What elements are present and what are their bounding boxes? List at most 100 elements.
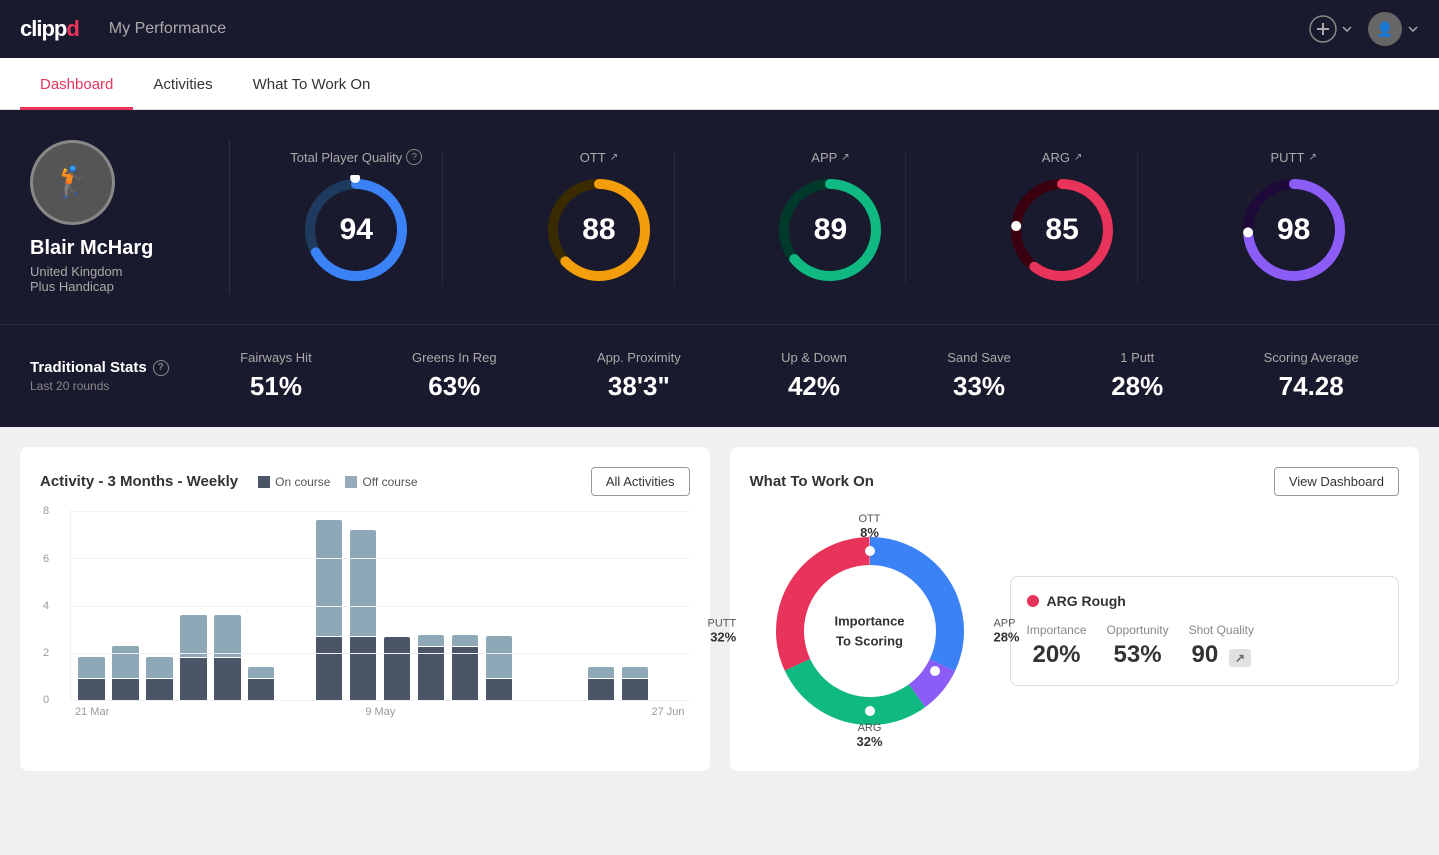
- score-putt: PUTT ↗ 98: [1219, 150, 1369, 285]
- header: clippd My Performance 👤: [0, 0, 1439, 58]
- app-arrow-icon: ↗: [841, 152, 849, 163]
- view-dashboard-button[interactable]: View Dashboard: [1274, 467, 1399, 496]
- score-app-label: APP ↗: [811, 150, 849, 165]
- tab-dashboard[interactable]: Dashboard: [20, 58, 133, 110]
- on-course-bar: [452, 647, 478, 700]
- total-ring: 94: [301, 175, 411, 285]
- stat-oneputt: 1 Putt 28%: [1111, 350, 1163, 402]
- legend-on-course: On course: [258, 475, 330, 489]
- bar-chart: 8 6 4 2 0 21 Mar 9 May 27 Jun: [40, 511, 690, 731]
- off-course-bar: [214, 615, 240, 657]
- add-button[interactable]: [1309, 15, 1353, 43]
- workon-detail: ARG Rough Importance 20% Opportunity 53%…: [1010, 576, 1400, 686]
- off-course-bar: [452, 635, 478, 646]
- ott-ring: 88: [544, 175, 654, 285]
- workon-title: What To Work On: [750, 473, 874, 490]
- on-course-bar: [418, 647, 444, 700]
- detail-metrics: Importance 20% Opportunity 53% Shot Qual…: [1027, 623, 1383, 669]
- player-country: United Kingdom: [30, 264, 123, 279]
- player-handicap: Plus Handicap: [30, 279, 114, 294]
- on-course-bar: [622, 679, 648, 700]
- putt-value: 98: [1277, 213, 1310, 247]
- score-ott-label: OTT ↗: [580, 150, 618, 165]
- stat-fairways: Fairways Hit 51%: [240, 350, 312, 402]
- stats-title: Traditional Stats ?: [30, 359, 190, 376]
- off-course-bar: [248, 667, 274, 678]
- putt-ring: 98: [1239, 175, 1349, 285]
- x-label-jun: 27 Jun: [651, 706, 684, 718]
- stat-gir: Greens In Reg 63%: [412, 350, 497, 402]
- score-arg-label: ARG ↗: [1042, 150, 1083, 165]
- putt-label: PUTT 32%: [708, 618, 737, 645]
- user-avatar-button[interactable]: 👤: [1368, 12, 1419, 46]
- on-course-bar: [350, 637, 376, 700]
- stats-items: Fairways Hit 51% Greens In Reg 63% App. …: [190, 350, 1409, 402]
- activity-chart-card: Activity - 3 Months - Weekly On course O…: [20, 447, 710, 771]
- off-course-bar: [112, 646, 138, 678]
- ott-arrow-icon: ↗: [610, 152, 618, 163]
- chart-title: Activity - 3 Months - Weekly: [40, 473, 238, 490]
- logo: clippd: [20, 16, 79, 42]
- tab-what-to-work-on[interactable]: What To Work On: [233, 58, 391, 110]
- off-course-bar: [350, 530, 376, 636]
- chevron-down-icon: [1341, 23, 1353, 35]
- total-value: 94: [340, 213, 373, 247]
- metric-opportunity: Opportunity 53%: [1107, 623, 1169, 669]
- all-activities-button[interactable]: All Activities: [591, 467, 690, 496]
- off-course-bar: [486, 636, 512, 678]
- on-course-dot: [258, 476, 270, 488]
- score-total: Total Player Quality ? 94: [270, 149, 443, 285]
- score-ott: OTT ↗ 88: [524, 150, 675, 285]
- arg-arrow-icon: ↗: [1074, 152, 1082, 163]
- on-course-bar: [486, 679, 512, 700]
- app-value: 89: [814, 213, 847, 247]
- workon-body: ImportanceTo Scoring OTT 8% APP 28% ARG …: [750, 511, 1400, 751]
- total-info-icon[interactable]: ?: [406, 149, 422, 165]
- off-course-bar: [78, 657, 104, 678]
- detail-card-title: ARG Rough: [1027, 593, 1383, 609]
- on-course-bar: [248, 679, 274, 700]
- what-to-work-on-card: What To Work On View Dashboard: [730, 447, 1420, 771]
- donut-center-text: ImportanceTo Scoring: [834, 612, 904, 651]
- stats-info-icon[interactable]: ?: [153, 360, 169, 376]
- nav-tabs: Dashboard Activities What To Work On: [0, 58, 1439, 110]
- detail-card: ARG Rough Importance 20% Opportunity 53%…: [1010, 576, 1400, 686]
- on-course-bar: [316, 637, 342, 700]
- putt-arrow-icon: ↗: [1308, 152, 1316, 163]
- metric-importance: Importance 20%: [1027, 623, 1087, 669]
- avatar-chevron-icon: [1407, 23, 1419, 35]
- stats-label: Traditional Stats ? Last 20 rounds: [30, 359, 190, 393]
- on-course-bar: [384, 637, 410, 700]
- off-course-dot: [345, 476, 357, 488]
- metric-shot-quality: Shot Quality 90 ↗: [1189, 623, 1254, 669]
- off-course-bar: [146, 657, 172, 678]
- on-course-bar: [78, 679, 104, 700]
- on-course-bar: [146, 679, 172, 700]
- main-content: Activity - 3 Months - Weekly On course O…: [0, 427, 1439, 791]
- off-course-bar: [180, 615, 206, 657]
- x-label-may: 9 May: [365, 706, 395, 718]
- on-course-bar: [180, 658, 206, 700]
- arg-ring: 85: [1007, 175, 1117, 285]
- off-course-bar: [418, 635, 444, 646]
- donut-chart-wrap: ImportanceTo Scoring OTT 8% APP 28% ARG …: [750, 511, 990, 751]
- workon-header: What To Work On View Dashboard: [750, 467, 1400, 496]
- app-label: APP 28%: [993, 618, 1019, 645]
- player-avatar: 🏌️: [30, 140, 115, 225]
- ott-value: 88: [582, 213, 615, 247]
- on-course-bar: [112, 679, 138, 700]
- scores-row: Total Player Quality ? 94 OTT ↗: [230, 140, 1409, 294]
- tab-activities[interactable]: Activities: [133, 58, 232, 110]
- stats-subtitle: Last 20 rounds: [30, 379, 190, 393]
- off-course-bar: [622, 667, 648, 678]
- score-total-label: Total Player Quality ?: [290, 149, 422, 165]
- chart-header: Activity - 3 Months - Weekly On course O…: [40, 467, 690, 496]
- chart-title-group: Activity - 3 Months - Weekly On course O…: [40, 473, 418, 490]
- ott-label: OTT 8%: [859, 513, 881, 540]
- chart-legend: On course Off course: [258, 475, 418, 489]
- header-actions: 👤: [1309, 12, 1419, 46]
- player-name: Blair McHarg: [30, 237, 153, 260]
- arg-label: ARG 32%: [856, 722, 882, 749]
- on-course-bar: [214, 658, 240, 700]
- stat-updown: Up & Down 42%: [781, 350, 847, 402]
